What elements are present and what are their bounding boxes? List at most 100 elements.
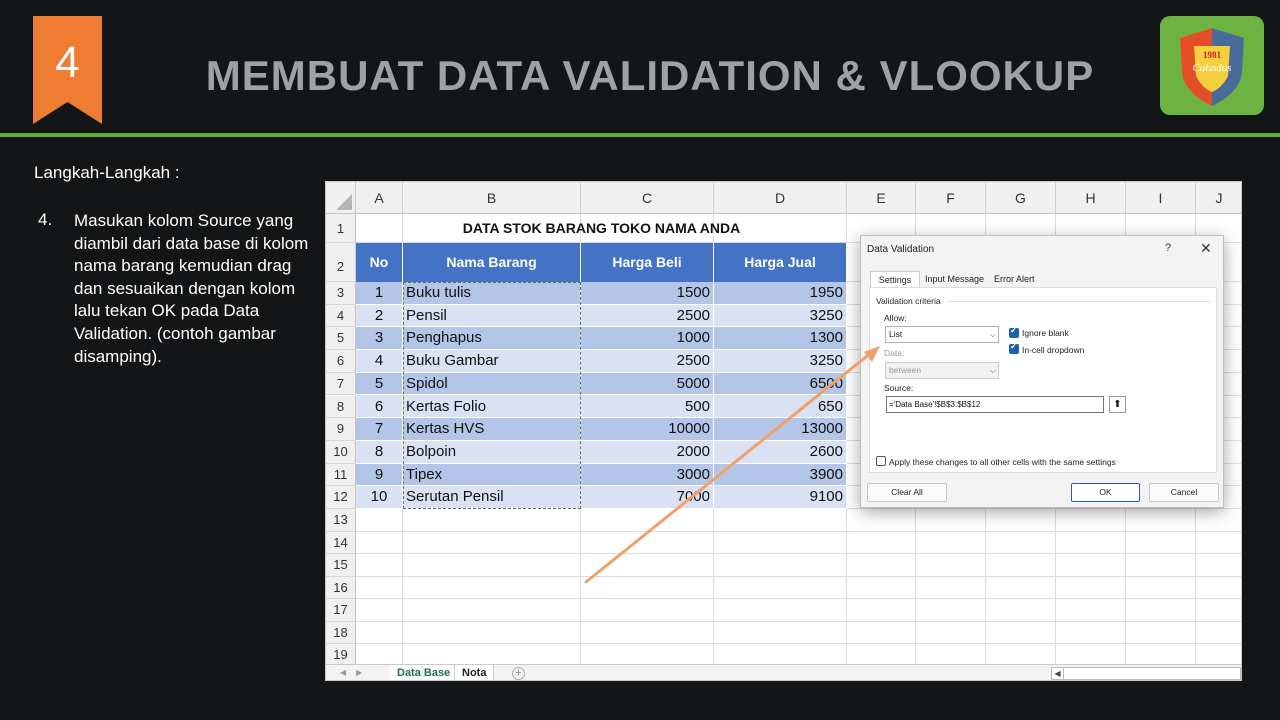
table-cell[interactable]: Buku Gambar	[403, 350, 581, 373]
table-cell[interactable]: 1000	[581, 327, 714, 351]
row-header[interactable]: 3	[326, 282, 356, 305]
column-header[interactable]: I	[1126, 182, 1196, 214]
table-cell[interactable]: Spidol	[403, 372, 581, 396]
sheet-tab-data-base[interactable]: Data Base	[390, 665, 458, 680]
grid-line	[356, 643, 1241, 644]
table-cell[interactable]: Pensil	[403, 304, 581, 328]
table-cell[interactable]: 650	[714, 395, 847, 419]
row-header[interactable]: 5	[326, 327, 356, 351]
table-cell[interactable]: Tipex	[403, 463, 581, 487]
table-cell[interactable]: 2	[356, 304, 403, 328]
table-cell[interactable]: 3	[356, 327, 403, 351]
column-header[interactable]: B	[403, 182, 581, 214]
settings-panel: Validation criteria Allow: List ⌵ Ignore…	[869, 287, 1217, 473]
table-cell[interactable]: 7000	[581, 486, 714, 509]
row-header[interactable]: 1	[326, 214, 356, 243]
row-header[interactable]: 14	[326, 531, 356, 554]
row-header[interactable]: 2	[326, 243, 356, 282]
tab-settings[interactable]: Settings	[870, 271, 920, 288]
scroll-left-icon[interactable]: ◀	[1052, 668, 1064, 679]
table-cell[interactable]: 4	[356, 350, 403, 373]
table-header-cell[interactable]: Nama Barang	[403, 243, 581, 282]
table-header-cell[interactable]: No	[356, 243, 403, 282]
column-header[interactable]: E	[847, 182, 916, 214]
column-header[interactable]: G	[986, 182, 1056, 214]
table-cell[interactable]: 10	[356, 486, 403, 509]
sheet-tab-nota[interactable]: Nota	[454, 665, 495, 680]
row-header[interactable]: 10	[326, 440, 356, 464]
row-header[interactable]: 8	[326, 395, 356, 419]
table-cell[interactable]: 10000	[581, 418, 714, 441]
column-header[interactable]: J	[1196, 182, 1241, 214]
tab-error-alert[interactable]: Error Alert	[994, 271, 1035, 288]
select-all-corner[interactable]	[326, 182, 356, 214]
table-cell[interactable]: 3000	[581, 463, 714, 487]
clear-all-button[interactable]: Clear All	[867, 483, 947, 502]
table-cell[interactable]: 3250	[714, 304, 847, 328]
table-cell[interactable]: 5	[356, 372, 403, 396]
school-logo: 1981 Cahndus	[1160, 16, 1264, 115]
column-header[interactable]: H	[1056, 182, 1126, 214]
table-cell[interactable]: 8	[356, 440, 403, 464]
table-cell[interactable]: 1	[356, 282, 403, 305]
row-header[interactable]: 15	[326, 554, 356, 577]
table-cell[interactable]: 7	[356, 418, 403, 441]
table-cell[interactable]: 1300	[714, 327, 847, 351]
row-header[interactable]: 9	[326, 418, 356, 441]
table-cell[interactable]: Kertas HVS	[403, 418, 581, 441]
table-cell[interactable]: 3250	[714, 350, 847, 373]
table-cell[interactable]: Bolpoin	[403, 440, 581, 464]
row-header[interactable]: 6	[326, 350, 356, 373]
row-header[interactable]: 13	[326, 509, 356, 532]
collapse-dialog-icon[interactable]: ⬆	[1109, 396, 1126, 413]
tab-input-message[interactable]: Input Message	[925, 271, 984, 288]
row-header[interactable]: 11	[326, 463, 356, 487]
table-cell[interactable]: 6	[356, 395, 403, 419]
table-header-cell[interactable]: Harga Jual	[714, 243, 847, 282]
allow-select[interactable]: List ⌵	[885, 326, 999, 343]
table-cell[interactable]: 2000	[581, 440, 714, 464]
ok-button[interactable]: OK	[1071, 483, 1140, 502]
ignore-blank-checkbox[interactable]	[1009, 325, 1019, 338]
row-header[interactable]: 17	[326, 599, 356, 622]
apply-all-checkbox[interactable]	[876, 456, 886, 466]
column-header[interactable]: A	[356, 182, 403, 214]
sheet-scroll-arrows-icon[interactable]: ◀▶	[340, 668, 372, 677]
step-badge: 4	[33, 16, 102, 124]
column-header[interactable]: D	[714, 182, 847, 214]
cancel-button[interactable]: Cancel	[1149, 483, 1219, 502]
table-cell[interactable]: Penghapus	[403, 327, 581, 351]
table-cell[interactable]: 13000	[714, 418, 847, 441]
column-header[interactable]: C	[581, 182, 714, 214]
table-cell[interactable]: 9	[356, 463, 403, 487]
add-sheet-icon[interactable]: +	[512, 667, 525, 680]
table-cell[interactable]: 1500	[581, 282, 714, 305]
column-header[interactable]: F	[916, 182, 986, 214]
table-cell[interactable]: Kertas Folio	[403, 395, 581, 419]
table-cell[interactable]: 6500	[714, 372, 847, 396]
help-icon[interactable]: ?	[1165, 242, 1171, 254]
grid-line	[356, 598, 1241, 599]
row-header[interactable]: 4	[326, 304, 356, 328]
table-title[interactable]: DATA STOK BARANG TOKO NAMA ANDA	[356, 214, 847, 243]
table-cell[interactable]: 2600	[714, 440, 847, 464]
table-header-cell[interactable]: Harga Beli	[581, 243, 714, 282]
row-header[interactable]: 7	[326, 372, 356, 396]
table-cell[interactable]: 1950	[714, 282, 847, 305]
table-cell[interactable]: 500	[581, 395, 714, 419]
row-header[interactable]: 12	[326, 486, 356, 509]
table-cell[interactable]: 5000	[581, 372, 714, 396]
in-cell-dropdown-checkbox[interactable]	[1009, 341, 1019, 354]
steps-heading: Langkah-Langkah :	[34, 163, 180, 182]
table-cell[interactable]: 2500	[581, 304, 714, 328]
table-cell[interactable]: 2500	[581, 350, 714, 373]
table-cell[interactable]: 9100	[714, 486, 847, 509]
table-cell[interactable]: Serutan Pensil	[403, 486, 581, 509]
close-icon[interactable]: ✕	[1200, 240, 1212, 257]
table-cell[interactable]: Buku tulis	[403, 282, 581, 305]
row-header[interactable]: 18	[326, 621, 356, 644]
source-input[interactable]: ='Data Base'!$B$3:$B$12	[886, 396, 1104, 413]
horizontal-scrollbar[interactable]: ◀	[1051, 667, 1241, 680]
row-header[interactable]: 16	[326, 576, 356, 599]
table-cell[interactable]: 3900	[714, 463, 847, 487]
